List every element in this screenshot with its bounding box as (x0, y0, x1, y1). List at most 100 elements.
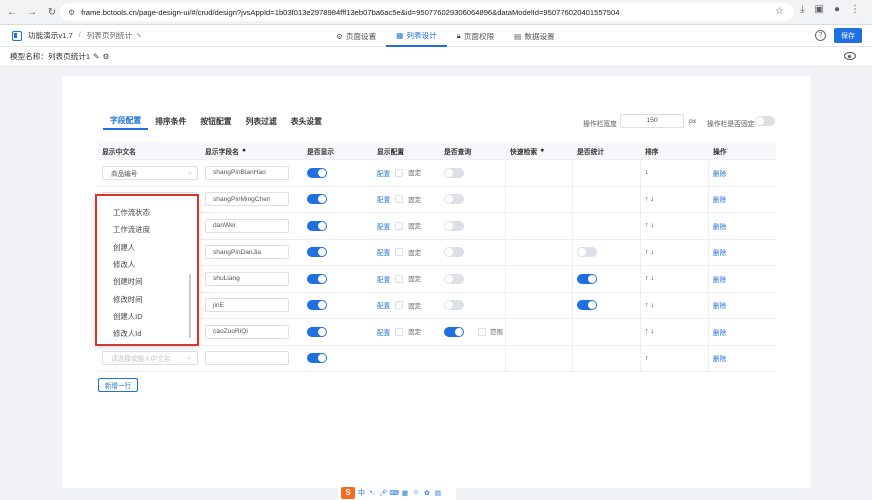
delete-link[interactable]: 删除 (713, 300, 726, 310)
more-menu-icon[interactable]: ⋮ (850, 4, 860, 15)
query-switch[interactable] (444, 247, 464, 258)
cn-name-select[interactable]: 商品编号 ⌄ (102, 165, 198, 180)
sort-arrows[interactable]: ↑ (645, 355, 649, 362)
fixed-checkbox[interactable] (395, 327, 404, 336)
delete-link[interactable]: 删除 (713, 247, 726, 257)
settings-icon[interactable]: ⚙ (103, 52, 110, 61)
op-fixed-switch[interactable] (755, 116, 775, 126)
show-switch[interactable] (307, 353, 327, 364)
config-link[interactable]: 配置 (377, 168, 390, 178)
fixed-checkbox[interactable] (395, 274, 404, 283)
field-name-input[interactable]: shangPinDanJia (205, 245, 289, 260)
field-name-input[interactable]: shangPinBianHao (205, 165, 289, 180)
tab-page-permission[interactable]: 🔒︎ 页面权限 (447, 25, 504, 47)
field-name-input[interactable]: shuLiang (205, 271, 289, 286)
delete-link[interactable]: 删除 (713, 168, 726, 178)
site-info-icon[interactable]: ⚙ (68, 8, 75, 17)
show-switch[interactable] (307, 247, 327, 258)
tools-icon[interactable]: ✿ (423, 489, 431, 497)
fixed-checkbox[interactable] (395, 221, 404, 230)
download-icon[interactable]: ⤓ (800, 4, 804, 15)
dropdown-option[interactable]: 修改时间 (97, 290, 197, 307)
show-switch[interactable] (307, 326, 327, 337)
dropdown-scrollbar[interactable] (189, 274, 191, 338)
skin-icon[interactable]: ☺ (412, 489, 420, 497)
op-width-input[interactable]: 150 (620, 114, 684, 128)
sidebar-icon[interactable]: ▣ (815, 4, 824, 15)
query-switch[interactable] (444, 167, 464, 178)
field-name-input[interactable] (205, 351, 289, 366)
add-row-button[interactable]: 新增一行 (98, 378, 138, 392)
stat-switch[interactable] (577, 247, 597, 258)
range-checkbox[interactable] (478, 327, 486, 336)
grid-icon[interactable]: ▦ (401, 489, 409, 497)
show-switch[interactable] (307, 273, 327, 284)
preview-eye-icon[interactable] (844, 52, 856, 60)
delete-link[interactable]: 删除 (713, 221, 726, 231)
dropdown-option[interactable]: 工作流状态 (97, 204, 197, 221)
config-link[interactable]: 配置 (377, 327, 390, 337)
sort-arrows[interactable]: ↑ ↓ (645, 328, 654, 335)
sort-arrows[interactable]: ↑ ↓ (645, 302, 654, 309)
sort-arrows[interactable]: ↓ (645, 169, 649, 176)
tab-list-filter[interactable]: 列表过滤 (239, 113, 284, 130)
edit-icon[interactable]: ✎ (93, 52, 99, 61)
delete-link[interactable]: 删除 (713, 353, 726, 363)
field-name-input[interactable]: danWei (205, 218, 289, 233)
forward-icon[interactable]: → (24, 4, 40, 20)
tab-list-design[interactable]: ▦ 列表设计 (386, 25, 447, 47)
dropdown-option[interactable]: 创建时间 (97, 273, 197, 290)
edit-icon[interactable]: ✎ (136, 32, 142, 40)
tab-button-config[interactable]: 按钮配置 (193, 113, 238, 130)
field-name-input[interactable]: caoZuoRiQi (205, 324, 289, 339)
tab-page-settings[interactable]: ⚙ 页面设置 (326, 25, 386, 47)
dropdown-option[interactable]: 创建人ID (97, 308, 197, 325)
ime-logo[interactable]: S (341, 486, 355, 499)
mic-icon[interactable]: 🎤︎ (379, 489, 387, 497)
sort-arrows[interactable]: ↑ ↓ (645, 222, 654, 229)
reload-icon[interactable]: ↻ (44, 4, 60, 20)
profile-icon[interactable]: ● (834, 4, 840, 15)
show-switch[interactable] (307, 300, 327, 311)
dropdown-option[interactable]: 修改人 (97, 256, 197, 273)
bookmark-star-icon[interactable]: ☆ (775, 6, 784, 17)
stat-switch[interactable] (577, 300, 597, 311)
config-link[interactable]: 配置 (377, 300, 390, 310)
show-switch[interactable] (307, 194, 327, 205)
tab-data-settings[interactable]: ▤ 数据设置 (504, 25, 565, 47)
tab-header-settings[interactable]: 表头设置 (284, 113, 329, 130)
punctuation-icon[interactable]: •, (368, 489, 376, 497)
sort-arrows[interactable]: ↑ ↓ (645, 196, 654, 203)
keyboard-icon[interactable]: ⌨ (389, 489, 398, 497)
dropdown-option[interactable]: 修改人Id (97, 325, 197, 342)
back-icon[interactable]: ← (4, 4, 20, 20)
sort-arrows[interactable]: ↑ ↓ (645, 275, 654, 282)
config-link[interactable]: 配置 (377, 194, 390, 204)
save-button[interactable]: 保存 (834, 28, 862, 43)
tab-sort-conditions[interactable]: 排序条件 (148, 113, 193, 130)
fixed-checkbox[interactable] (395, 301, 404, 310)
query-switch[interactable] (444, 220, 464, 231)
field-name-input[interactable]: shangPinMingChen (205, 192, 289, 207)
fixed-checkbox[interactable] (395, 195, 404, 204)
fixed-checkbox[interactable] (395, 248, 404, 257)
stat-switch[interactable] (577, 273, 597, 284)
field-name-input[interactable]: jinE (205, 298, 289, 313)
config-link[interactable]: 配置 (377, 247, 390, 257)
delete-link[interactable]: 删除 (713, 327, 726, 337)
address-bar[interactable]: ⚙ frame.bctools.cn/page-design-ui/#/crud… (60, 3, 794, 21)
dropdown-option[interactable]: 工作流进度 (97, 221, 197, 238)
ime-lang[interactable]: 中 (358, 488, 365, 498)
delete-link[interactable]: 删除 (713, 274, 726, 284)
config-link[interactable]: 配置 (377, 221, 390, 231)
fixed-checkbox[interactable] (395, 168, 404, 177)
menu-icon[interactable]: ▤ (434, 489, 442, 497)
help-icon[interactable]: ? (815, 30, 826, 41)
cn-name-select[interactable]: 请选择或输入中文名 ⌄ (102, 351, 198, 366)
show-switch[interactable] (307, 220, 327, 231)
delete-link[interactable]: 删除 (713, 194, 726, 204)
sort-arrows[interactable]: ↑ ↓ (645, 249, 654, 256)
dropdown-option[interactable]: 创建人 (97, 239, 197, 256)
query-switch[interactable] (444, 273, 464, 284)
tab-field-config[interactable]: 字段配置 (103, 113, 149, 130)
